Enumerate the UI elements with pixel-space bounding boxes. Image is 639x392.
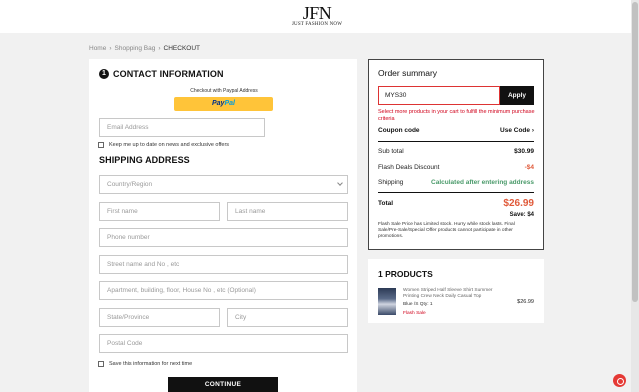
order-summary-title: Order summary — [378, 68, 438, 78]
continue-button[interactable]: CONTINUE — [168, 377, 278, 392]
save-info-checkbox[interactable] — [98, 361, 104, 367]
coupon-code-label: Coupon code — [378, 127, 420, 134]
step-number-badge: 1 — [99, 69, 109, 79]
last-name-field[interactable]: Last name — [227, 202, 348, 221]
paypal-logo-pal: Pal — [224, 100, 235, 107]
breadcrumb: Home › Shopping Bag › CHECKOUT — [89, 45, 200, 52]
subtotal-value: $30.99 — [514, 148, 534, 155]
products-title: 1 PRODUCTS — [378, 269, 433, 279]
total-value: $26.99 — [503, 198, 534, 209]
use-code-link[interactable]: Use Code › — [500, 127, 534, 134]
chevron-right-icon: › — [531, 127, 534, 134]
newsletter-checkbox[interactable] — [98, 142, 104, 148]
subtotal-label: Sub total — [378, 148, 404, 155]
country-select[interactable]: Country/Region — [99, 175, 348, 194]
shipping-row: Shipping Calculated after entering addre… — [378, 179, 534, 186]
breadcrumb-shopping-bag[interactable]: Shopping Bag — [115, 45, 156, 52]
apartment-field[interactable]: Apartment, building, floor, House No , e… — [99, 281, 348, 300]
street-field[interactable]: Street name and No , etc — [99, 255, 348, 274]
save-info-option[interactable]: Save this information for next time — [98, 361, 192, 367]
coupon-code-row[interactable]: Coupon code Use Code › — [378, 127, 534, 134]
chevron-down-icon — [337, 180, 343, 186]
postal-code-field[interactable]: Postal Code — [99, 334, 348, 353]
order-summary-panel: Order summary MYS30 Apply Select more pr… — [368, 59, 544, 250]
city-field[interactable]: City — [227, 308, 348, 327]
breadcrumb-separator: › — [158, 45, 161, 52]
shipping-section-title: SHIPPING ADDRESS — [99, 155, 190, 165]
product-price: $26.99 — [517, 299, 534, 305]
checkout-form-panel: 1 CONTACT INFORMATION Checkout with Payp… — [89, 59, 357, 392]
flash-discount-row: Flash Deals Discount -$4 — [378, 164, 534, 171]
product-name[interactable]: Women Striped Half Sleeve Shirt Summer P… — [403, 288, 507, 300]
flash-sale-badge: Flash Sale — [403, 311, 426, 316]
scrollbar-thumb[interactable] — [632, 2, 638, 302]
flash-discount-value: -$4 — [524, 164, 534, 171]
product-variant: Blue /S Qty: 1 — [403, 302, 433, 307]
save-info-label: Save this information for next time — [109, 361, 193, 367]
product-thumbnail[interactable] — [378, 288, 396, 315]
logo-tagline: JUST FASHION NOW — [291, 22, 343, 27]
email-field[interactable]: Email Address — [99, 118, 265, 137]
contact-section-title: CONTACT INFORMATION — [113, 69, 224, 79]
chat-support-icon[interactable] — [613, 374, 626, 387]
total-label: Total — [378, 200, 394, 207]
paypal-checkout-button[interactable]: PayPal — [174, 97, 273, 111]
apply-coupon-button[interactable]: Apply — [500, 86, 534, 105]
shipping-label: Shipping — [378, 179, 404, 186]
logo-wordmark: JFN — [302, 3, 332, 23]
subtotal-row: Sub total $30.99 — [378, 148, 534, 155]
summary-divider — [378, 141, 534, 142]
first-name-field[interactable]: First name — [99, 202, 220, 221]
phone-field[interactable]: Phone number — [99, 228, 348, 247]
breadcrumb-separator: › — [109, 45, 112, 52]
coupon-error-message: Select more products in your cart to ful… — [378, 109, 535, 122]
flash-sale-note: Flash Sale Price has Limited stock. Hurr… — [378, 222, 515, 239]
shipping-value: Calculated after entering address — [431, 179, 534, 186]
breadcrumb-home[interactable]: Home — [89, 45, 106, 52]
newsletter-option[interactable]: Keep me up to date on news and exclusive… — [98, 142, 229, 148]
site-header: JFN JUST FASHION NOW — [0, 0, 631, 33]
summary-divider — [378, 192, 534, 193]
country-select-value: Country/Region — [107, 181, 153, 188]
total-row: Total $26.99 — [378, 198, 534, 209]
page-scrollbar[interactable] — [631, 0, 639, 392]
use-code-label: Use Code — [500, 127, 531, 134]
savings-amount: Save: $4 — [509, 212, 534, 218]
flash-discount-label: Flash Deals Discount — [378, 164, 440, 171]
paypal-logo-pay: Pay — [212, 100, 225, 107]
site-logo[interactable]: JFN JUST FASHION NOW — [288, 3, 346, 28]
state-field[interactable]: State/Province — [99, 308, 220, 327]
breadcrumb-checkout: CHECKOUT — [163, 45, 201, 52]
coupon-input[interactable]: MYS30 — [378, 86, 500, 105]
newsletter-label: Keep me up to date on news and exclusive… — [109, 142, 230, 148]
products-panel: 1 PRODUCTS Women Striped Half Sleeve Shi… — [368, 259, 544, 323]
paypal-caption: Checkout with Paypal Address — [190, 88, 258, 94]
